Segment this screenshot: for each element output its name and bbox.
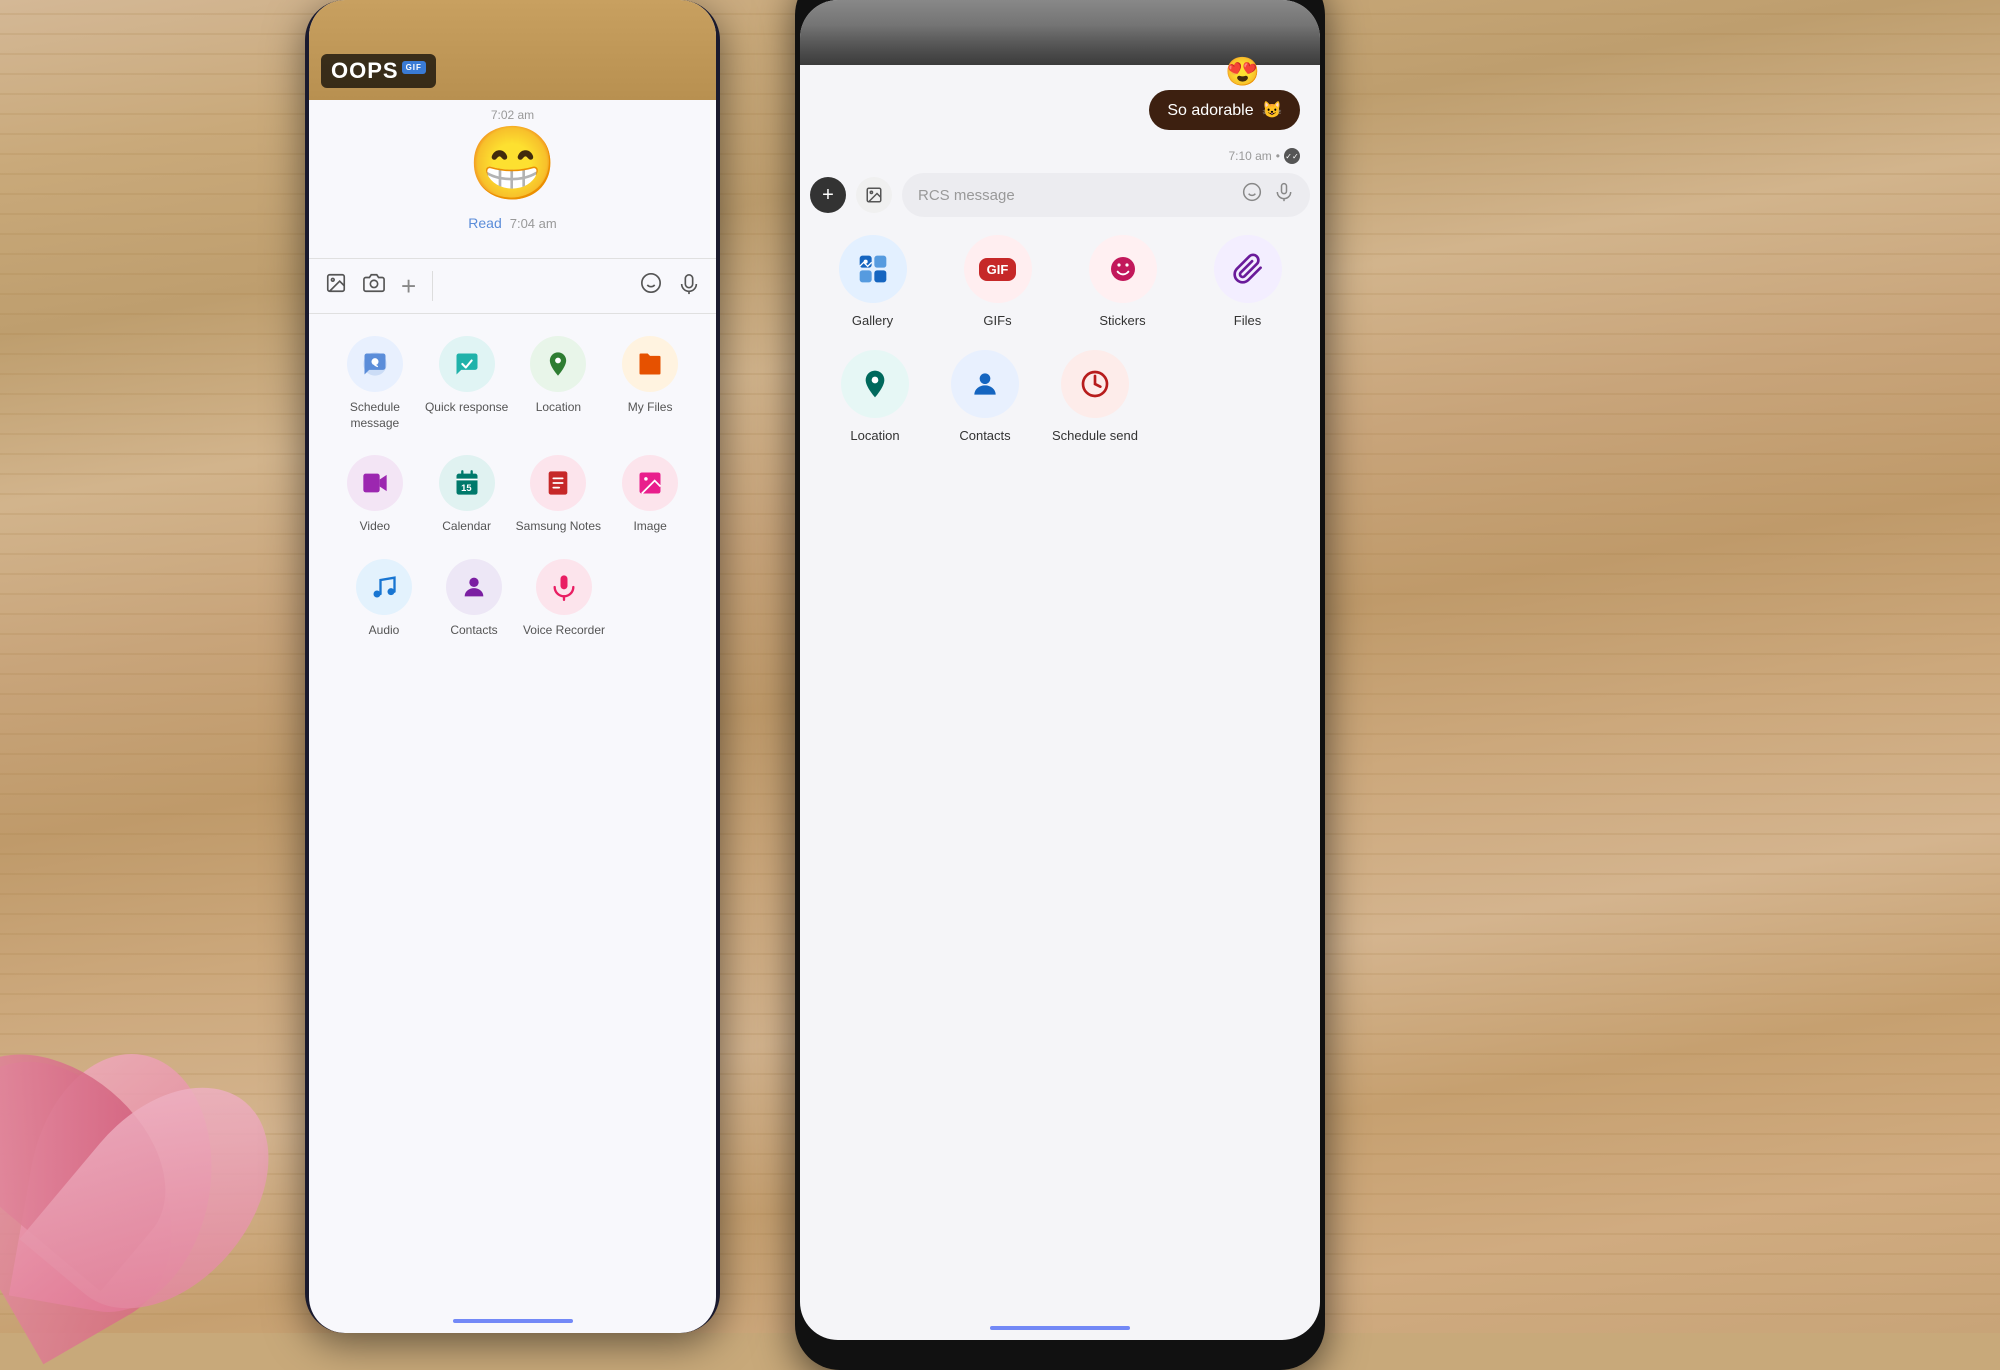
location-item-p2[interactable]: Location bbox=[820, 350, 930, 445]
voice-icon[interactable] bbox=[678, 273, 700, 300]
location-icon-p1 bbox=[530, 336, 586, 392]
location-icon-p2 bbox=[841, 350, 909, 418]
gifs-icon: GIF bbox=[964, 235, 1032, 303]
voice-recorder-icon bbox=[536, 559, 592, 615]
grid-row-2: Video 15 Calendar bbox=[329, 455, 696, 535]
schedule-message-icon bbox=[347, 336, 403, 392]
oops-gif-label: OOPSGIF bbox=[321, 54, 436, 88]
read-status-row: Read 7:04 am bbox=[309, 215, 716, 231]
gifs-item[interactable]: GIF GIFs bbox=[943, 235, 1053, 330]
schedule-message-label: Schedule message bbox=[330, 400, 420, 431]
contacts-item-p2[interactable]: Contacts bbox=[930, 350, 1040, 445]
p2-grid-row-1: Gallery GIF GIFs bbox=[810, 235, 1310, 330]
voice-recorder-item[interactable]: Voice Recorder bbox=[519, 559, 609, 639]
video-item[interactable]: Video bbox=[330, 455, 420, 535]
emoji-input-icon[interactable] bbox=[1242, 182, 1262, 208]
input-placeholder: RCS message bbox=[918, 187, 1015, 204]
quick-response-item[interactable]: Quick response bbox=[422, 336, 512, 431]
image-icon bbox=[622, 455, 678, 511]
stickers-label: Stickers bbox=[1099, 313, 1145, 330]
video-label: Video bbox=[360, 519, 390, 535]
calendar-item[interactable]: 15 Calendar bbox=[422, 455, 512, 535]
contacts-label-p1: Contacts bbox=[450, 623, 497, 639]
app-grid: Schedule message Quick response bbox=[309, 320, 716, 678]
voice-recorder-label: Voice Recorder bbox=[523, 623, 605, 639]
plus-icon[interactable]: + bbox=[401, 271, 416, 302]
schedule-send-item[interactable]: Schedule send bbox=[1040, 350, 1150, 445]
gif-banner: OOPSGIF bbox=[309, 0, 716, 100]
gallery-icon-p2 bbox=[839, 235, 907, 303]
bubble-timestamp: 7:10 am • ✓✓ bbox=[1228, 148, 1300, 164]
read-label: Read bbox=[468, 215, 501, 231]
add-attachment-button[interactable]: + bbox=[810, 177, 846, 213]
message-toolbar: + bbox=[309, 258, 716, 314]
grid-row-1: Schedule message Quick response bbox=[329, 336, 696, 431]
contacts-label-p2: Contacts bbox=[959, 428, 1010, 445]
flower-decoration bbox=[0, 833, 320, 1333]
audio-icon bbox=[356, 559, 412, 615]
gallery-label-p2: Gallery bbox=[852, 313, 893, 330]
double-check-icon: ✓✓ bbox=[1284, 148, 1300, 164]
samsung-notes-icon bbox=[530, 455, 586, 511]
schedule-send-icon bbox=[1061, 350, 1129, 418]
quick-response-label: Quick response bbox=[425, 400, 508, 416]
files-button[interactable] bbox=[856, 177, 892, 213]
my-files-icon bbox=[622, 336, 678, 392]
p2-app-grid: Gallery GIF GIFs bbox=[810, 235, 1310, 465]
samsung-notes-label: Samsung Notes bbox=[516, 519, 601, 535]
schedule-send-label: Schedule send bbox=[1052, 428, 1138, 445]
phone2-screen: 😍 So adorable 😺 7:10 am • ✓✓ + RCS bbox=[800, 0, 1320, 1340]
files-label-p2: Files bbox=[1234, 313, 1261, 330]
chat-emoji: 😁 bbox=[309, 128, 716, 200]
rcs-input-row: + RCS message bbox=[810, 170, 1310, 220]
phone1-screen: OOPSGIF 7:02 am 😁 Read 7:04 am bbox=[309, 0, 716, 1333]
image-label: Image bbox=[633, 519, 666, 535]
svg-text:15: 15 bbox=[461, 483, 471, 493]
contacts-item-p1[interactable]: Contacts bbox=[429, 559, 519, 639]
timestamp-702: 7:02 am bbox=[309, 108, 716, 122]
stickers-item[interactable]: Stickers bbox=[1068, 235, 1178, 330]
contacts-icon-p1 bbox=[446, 559, 502, 615]
toolbar-divider bbox=[432, 271, 433, 301]
microphone-input-icon[interactable] bbox=[1274, 182, 1294, 208]
my-files-label: My Files bbox=[628, 400, 673, 416]
contacts-icon-p2 bbox=[951, 350, 1019, 418]
timestamp-704: 7:04 am bbox=[510, 216, 557, 231]
location-item-p1[interactable]: Location bbox=[513, 336, 603, 431]
gifs-label: GIFs bbox=[983, 313, 1011, 330]
files-item-p2[interactable]: Files bbox=[1193, 235, 1303, 330]
schedule-message-item[interactable]: Schedule message bbox=[330, 336, 420, 431]
my-files-item[interactable]: My Files bbox=[605, 336, 695, 431]
calendar-label: Calendar bbox=[442, 519, 491, 535]
home-indicator-p2 bbox=[990, 1326, 1130, 1330]
audio-label: Audio bbox=[369, 623, 400, 639]
grid-row-3: Audio Contacts bbox=[329, 559, 696, 639]
chat-bubble: So adorable 😺 bbox=[1149, 90, 1300, 130]
gallery-icon[interactable] bbox=[325, 272, 347, 300]
rcs-message-input[interactable]: RCS message bbox=[902, 173, 1310, 217]
emoji-icon[interactable] bbox=[640, 272, 662, 300]
bubble-cat-emoji: 😺 bbox=[1262, 102, 1282, 119]
files-icon-p2 bbox=[1214, 235, 1282, 303]
home-indicator-p1 bbox=[453, 1319, 573, 1323]
video-icon bbox=[347, 455, 403, 511]
p2-grid-row-2: Location Contacts bbox=[810, 350, 1310, 445]
phone2-device: 😍 So adorable 😺 7:10 am • ✓✓ + RCS bbox=[795, 0, 1325, 1370]
location-label-p1: Location bbox=[536, 400, 581, 416]
samsung-notes-item[interactable]: Samsung Notes bbox=[513, 455, 603, 535]
quick-response-icon bbox=[439, 336, 495, 392]
image-item[interactable]: Image bbox=[605, 455, 695, 535]
calendar-icon: 15 bbox=[439, 455, 495, 511]
location-label-p2: Location bbox=[850, 428, 899, 445]
stickers-icon bbox=[1089, 235, 1157, 303]
emoji-reaction: 😍 bbox=[1225, 55, 1260, 88]
phone1-device: OOPSGIF 7:02 am 😁 Read 7:04 am bbox=[305, 0, 720, 1333]
input-icons bbox=[1242, 182, 1294, 208]
audio-item[interactable]: Audio bbox=[339, 559, 429, 639]
camera-icon[interactable] bbox=[363, 272, 385, 300]
gallery-item-p2[interactable]: Gallery bbox=[818, 235, 928, 330]
